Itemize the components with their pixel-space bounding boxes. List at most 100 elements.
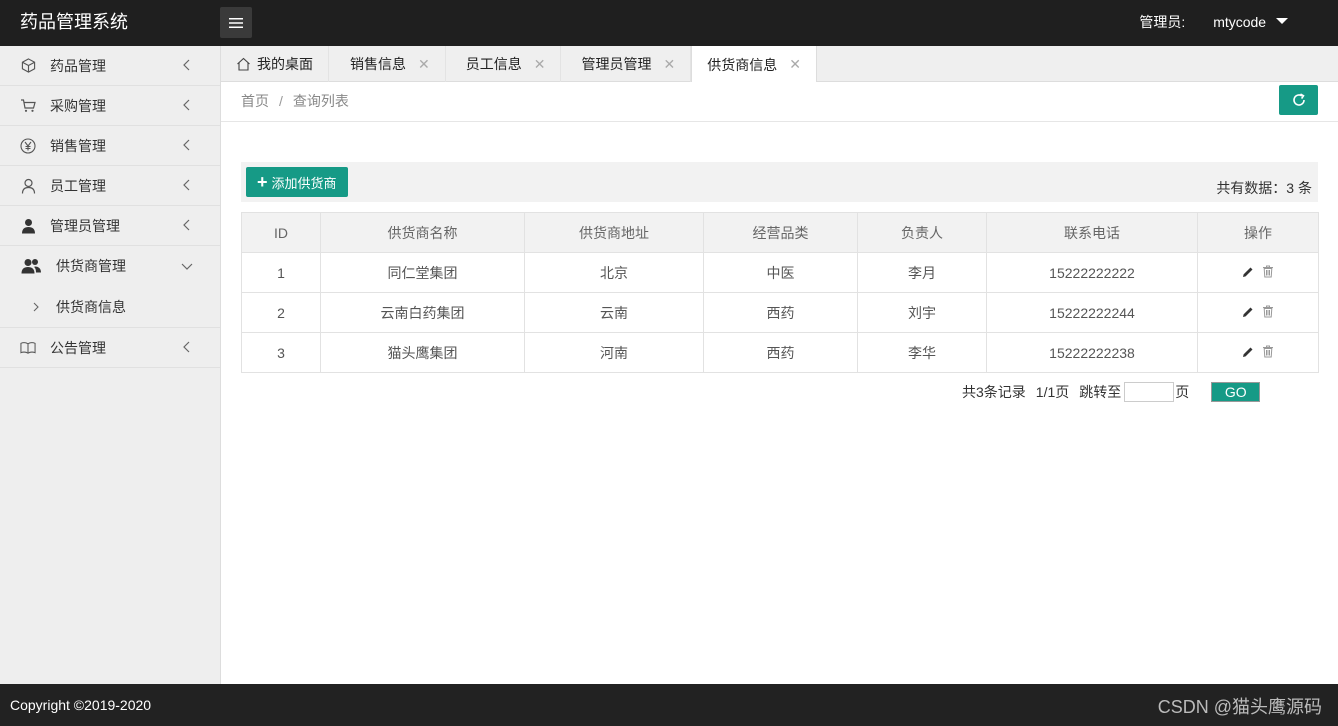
tab-label: 销售信息 — [350, 56, 406, 72]
sidebar: 药品管理 采购管理 销售管理 员工管理 管理员管理 供货商管理 供货商信息 公告… — [0, 46, 221, 684]
jump-label: 跳转至 — [1079, 384, 1122, 400]
user-menu[interactable]: 管理员: mtycode — [1139, 0, 1288, 44]
sidebar-item-label: 管理员管理 — [50, 217, 120, 234]
page-unit: 页 — [1175, 384, 1190, 400]
chevron-left-icon — [183, 139, 190, 151]
refresh-button[interactable] — [1279, 85, 1318, 115]
cell-address: 河南 — [524, 332, 704, 373]
column-header: ID — [241, 212, 321, 253]
cell-category: 中医 — [703, 252, 858, 293]
cell-actions — [1197, 252, 1319, 293]
page-count: 1/1页 — [1035, 384, 1070, 400]
sidebar-subitem-label: 供货商信息 — [56, 298, 126, 315]
page-jump-input[interactable] — [1124, 382, 1175, 402]
tab-label: 供货商信息 — [707, 56, 778, 73]
breadcrumb: 首页 / 查询列表 — [241, 82, 349, 120]
close-icon[interactable]: ✕ — [789, 56, 801, 73]
table-row: 2 云南白药集团 云南 西药 刘宇 15222222244 — [241, 292, 1319, 333]
close-icon[interactable]: ✕ — [663, 56, 675, 73]
go-button[interactable]: GO — [1211, 382, 1261, 402]
sidebar-item-label: 销售管理 — [50, 137, 106, 154]
cell-name: 云南白药集团 — [320, 292, 525, 333]
breadcrumb-home[interactable]: 首页 — [241, 93, 269, 109]
sidebar-item-drugs[interactable]: 药品管理 — [0, 46, 220, 86]
tab-sales-info[interactable]: 销售信息 ✕ — [329, 46, 446, 82]
chevron-left-icon — [183, 179, 190, 191]
tab-label: 我的桌面 — [257, 56, 313, 72]
table-toolbar: + 添加供货商 共有数据：3 条 — [241, 162, 1318, 202]
cell-contact: 李华 — [857, 332, 987, 373]
cell-phone: 15222222238 — [986, 332, 1198, 373]
edit-icon[interactable] — [1242, 306, 1254, 318]
sidebar-item-notices[interactable]: 公告管理 — [0, 328, 220, 368]
home-icon — [236, 57, 251, 71]
cart-icon — [20, 98, 36, 114]
role-label: 管理员: — [1139, 14, 1186, 30]
close-icon[interactable]: ✕ — [534, 56, 546, 73]
app-title: 药品管理系统 — [20, 12, 128, 32]
cell-category: 西药 — [703, 292, 858, 333]
user-solid-icon — [20, 218, 36, 234]
chevron-left-icon — [183, 219, 190, 231]
cell-actions — [1197, 332, 1319, 373]
username: mtycode — [1213, 14, 1267, 30]
book-icon — [20, 340, 36, 356]
cell-contact: 李月 — [857, 252, 987, 293]
add-supplier-label: 添加供货商 — [271, 175, 337, 191]
edit-icon[interactable] — [1242, 346, 1254, 358]
tab-employee-info[interactable]: 员工信息 ✕ — [446, 46, 562, 82]
sidebar-item-sales[interactable]: 销售管理 — [0, 126, 220, 166]
tab-supplier-info[interactable]: 供货商信息 ✕ — [691, 46, 817, 83]
cell-category: 西药 — [703, 332, 858, 373]
tab-admin-management[interactable]: 管理员管理 ✕ — [561, 46, 692, 82]
sidebar-item-purchase[interactable]: 采购管理 — [0, 86, 220, 126]
edit-icon[interactable] — [1242, 266, 1254, 278]
close-icon[interactable]: ✕ — [418, 56, 430, 73]
sidebar-subitem-supplier-info[interactable]: 供货商信息 — [0, 286, 220, 328]
cell-actions — [1197, 292, 1319, 333]
caret-down-icon — [1276, 18, 1288, 24]
column-header: 负责人 — [857, 212, 987, 253]
chevron-down-icon — [181, 263, 193, 270]
table-header-row: ID 供货商名称 供货商地址 经营品类 负责人 联系电话 操作 — [241, 212, 1319, 253]
column-header: 供货商地址 — [524, 212, 704, 253]
sidebar-item-suppliers[interactable]: 供货商管理 — [0, 246, 220, 286]
tab-desktop[interactable]: 我的桌面 — [221, 46, 329, 82]
trash-icon[interactable] — [1262, 265, 1274, 278]
tab-label: 员工信息 — [465, 56, 522, 72]
sidebar-item-label: 公告管理 — [50, 339, 106, 356]
menu-toggle-button[interactable] — [220, 7, 252, 38]
cell-name: 同仁堂集团 — [320, 252, 525, 293]
plus-icon: + — [257, 172, 268, 192]
sidebar-item-label: 供货商管理 — [56, 258, 126, 274]
sidebar-item-employees[interactable]: 员工管理 — [0, 166, 220, 206]
tab-bar: 我的桌面 销售信息 ✕ 员工信息 ✕ 管理员管理 ✕ 供货商信息 ✕ — [221, 46, 1338, 83]
sidebar-item-admins[interactable]: 管理员管理 — [0, 206, 220, 246]
column-header: 供货商名称 — [320, 212, 525, 253]
cell-id: 2 — [241, 292, 321, 333]
table-row: 3 猫头鹰集团 河南 西药 李华 15222222238 — [241, 332, 1319, 373]
top-header: 药品管理系统 管理员: mtycode — [0, 0, 1338, 46]
cell-name: 猫头鹰集团 — [320, 332, 525, 373]
record-count: 共3条记录 — [962, 384, 1026, 400]
trash-icon[interactable] — [1262, 345, 1274, 358]
cell-phone: 15222222222 — [986, 252, 1198, 293]
copyright-text: Copyright ©2019-2020 — [10, 697, 152, 713]
user-outline-icon — [20, 178, 36, 194]
sidebar-item-label: 员工管理 — [50, 177, 106, 194]
breadcrumb-bar: 首页 / 查询列表 — [221, 82, 1338, 122]
breadcrumb-current: 查询列表 — [292, 93, 349, 109]
cell-address: 云南 — [524, 292, 704, 333]
trash-icon[interactable] — [1262, 305, 1274, 318]
chevron-right-icon — [33, 302, 39, 311]
add-supplier-button[interactable]: + 添加供货商 — [246, 167, 348, 197]
column-header: 联系电话 — [986, 212, 1198, 253]
yen-icon — [20, 137, 36, 154]
footer: Copyright ©2019-2020 CSDN @猫头鹰源码 — [0, 684, 1338, 726]
cell-id: 1 — [241, 252, 321, 293]
chevron-left-icon — [183, 341, 190, 353]
cube-icon — [20, 58, 36, 74]
users-icon — [20, 258, 42, 274]
cell-address: 北京 — [524, 252, 704, 293]
column-header: 经营品类 — [703, 212, 858, 253]
